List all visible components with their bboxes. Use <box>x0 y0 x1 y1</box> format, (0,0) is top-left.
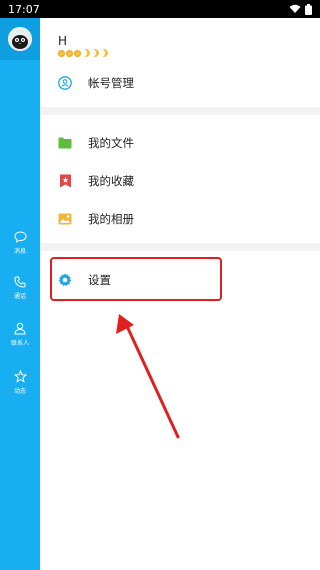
menu-item-account[interactable]: 帐号管理 <box>58 71 134 95</box>
moon-badge-icon <box>100 49 108 57</box>
folder-icon <box>58 136 72 150</box>
avatar-image <box>8 27 32 51</box>
battery-icon <box>305 3 312 15</box>
sun-badge-icon <box>58 49 65 57</box>
rail-item-calls[interactable]: 通话 <box>0 270 40 306</box>
menu-item-albums[interactable]: 我的相册 <box>58 207 134 231</box>
menu-item-label: 我的收藏 <box>88 174 134 188</box>
status-time: 17:07 <box>8 2 40 16</box>
sun-badge-icon <box>74 49 81 57</box>
divider <box>40 107 320 115</box>
rail-item-label: 通话 <box>13 293 26 300</box>
profile-name[interactable]: H <box>58 34 67 48</box>
left-nav-rail: 消息 通话 联系人 动态 <box>0 18 40 570</box>
rail-item-label: 消息 <box>13 248 26 255</box>
rail-item-feed[interactable]: 动态 <box>0 364 40 400</box>
rail-item-label: 联系人 <box>10 339 29 347</box>
menu-item-label: 帐号管理 <box>88 76 134 90</box>
divider <box>40 243 320 251</box>
menu-item-label: 我的相册 <box>88 212 134 226</box>
phone-icon <box>14 276 26 288</box>
favorites-icon <box>58 174 72 188</box>
menu-item-files[interactable]: 我的文件 <box>58 131 134 155</box>
settings-highlight-box <box>50 257 222 301</box>
menu-item-favorites[interactable]: 我的收藏 <box>58 169 134 193</box>
avatar[interactable] <box>8 27 32 51</box>
album-icon <box>58 212 72 226</box>
moon-badge-icon <box>91 49 99 57</box>
account-icon <box>58 76 72 90</box>
sun-badge-icon <box>66 49 73 57</box>
rail-item-label: 动态 <box>13 387 26 395</box>
menu-item-label: 我的文件 <box>88 136 134 150</box>
moon-badge-icon <box>82 49 90 57</box>
level-badges[interactable] <box>58 49 108 57</box>
rail-item-contacts[interactable]: 联系人 <box>0 316 40 352</box>
message-icon <box>13 231 27 243</box>
contact-icon <box>14 322 26 334</box>
wifi-icon <box>289 4 301 13</box>
star-icon <box>13 369 27 383</box>
rail-item-messages[interactable]: 消息 <box>0 225 40 261</box>
status-icons <box>289 3 312 15</box>
status-bar: 17:07 <box>0 0 320 18</box>
